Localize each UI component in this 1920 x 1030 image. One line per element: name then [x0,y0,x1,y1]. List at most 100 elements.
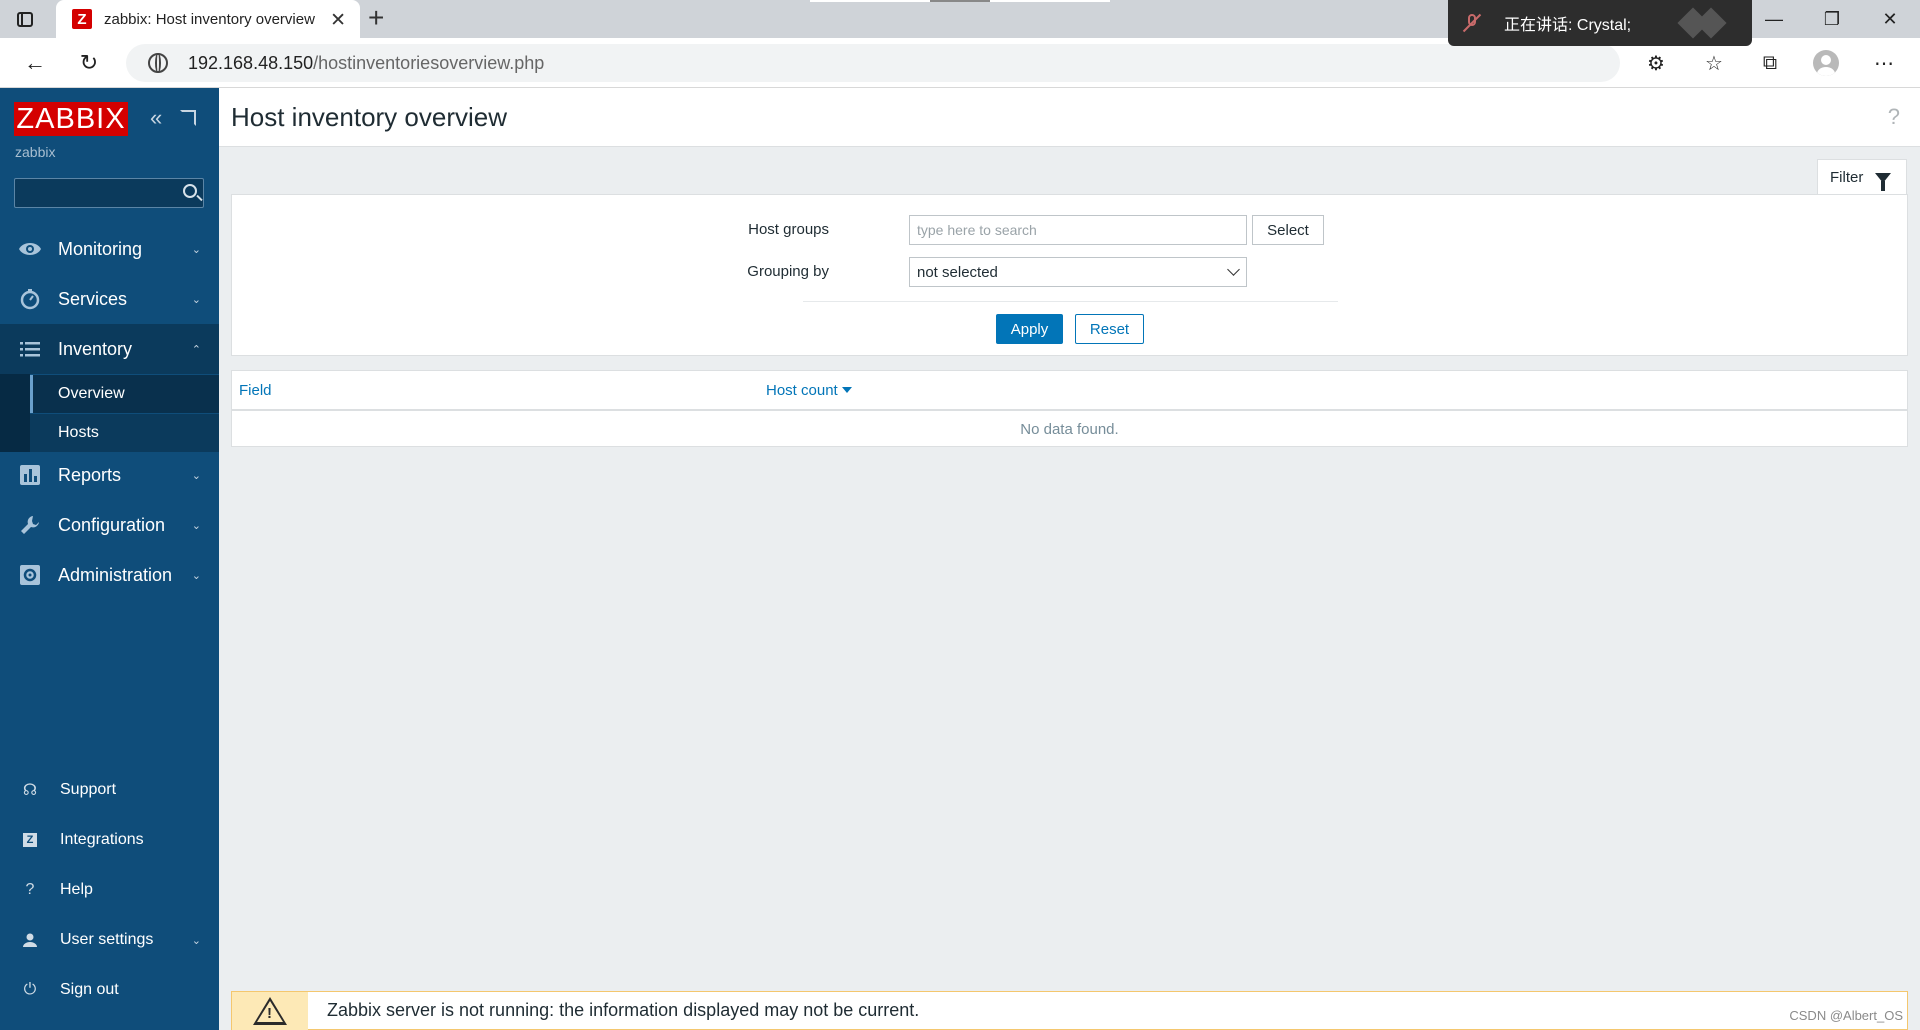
wrench-icon [18,513,42,537]
filter-tab-label: Filter [1830,169,1864,186]
speaker-avatar-icon [1677,7,1736,39]
menu-label: Configuration [58,514,166,535]
zabbix-logo[interactable]: ZABBIX [14,102,128,136]
menu-label: Monitoring [58,238,143,259]
power-icon: ⏻ [23,981,37,998]
menu-services[interactable]: Services ⌄ [0,274,219,324]
headset-icon: ☊ [22,782,38,799]
stopwatch-icon [18,287,42,311]
tab-strip-indicator-active [930,0,990,2]
close-window-button[interactable]: ✕ [1862,0,1918,38]
sort-desc-icon [841,387,852,393]
apply-button[interactable]: Apply [996,314,1063,344]
warning-icon [253,997,287,1025]
inventory-table: Field Host count No data found. [231,370,1908,447]
menu-inventory[interactable]: Inventory ⌃ [0,324,219,374]
chevron-down-icon: ⌄ [191,569,201,582]
chevron-down-icon: ⌄ [191,293,201,306]
server-name: zabbix [15,144,56,160]
chevron-up-icon: ⌃ [191,343,201,356]
help-icon[interactable]: ? [1888,104,1900,130]
grouping-by-label: Grouping by [747,263,829,280]
browser-tab[interactable]: Z zabbix: Host inventory overview ✕ [56,0,360,38]
chevron-down-icon: ⌄ [191,243,201,256]
zabbix-favicon-icon: Z [72,9,92,29]
menu-sign-out[interactable]: ⏻ Sign out [0,970,219,1010]
reload-icon[interactable]: ↻ [74,48,104,78]
url-path: /hostinventoriesoverview.php [313,52,545,73]
favorites-icon[interactable]: ☆ [1700,49,1728,77]
tab-strip-indicator [810,0,930,2]
menu-label: User settings [60,931,154,948]
grouping-by-value: not selected [917,263,998,281]
chevron-down-icon: ⌄ [191,469,201,482]
chevron-down-icon: ⌄ [191,519,201,532]
tab-close-icon[interactable]: ✕ [330,9,346,32]
menu-integrations[interactable]: Z Integrations [0,820,219,860]
host-groups-label: Host groups [748,221,829,238]
no-data-message: No data found. [1020,420,1119,438]
user-icon [20,930,40,950]
tab-strip-indicator [990,0,1110,2]
filter-divider [803,301,1338,302]
chevron-down-icon: ⌄ [191,934,201,947]
menu-administration[interactable]: Administration ⌄ [0,550,219,600]
warning-text: Zabbix server is not running: the inform… [327,1000,920,1020]
menu-configuration[interactable]: Configuration ⌄ [0,500,219,550]
profile-avatar[interactable] [1812,49,1840,77]
submenu-inventory-overview[interactable]: Overview [30,375,219,413]
column-header-label: Field [239,381,272,399]
sidebar: ZABBIX « zabbix Monitoring ⌄ Services ⌄ … [0,88,219,1030]
minimize-button[interactable]: — [1746,0,1802,38]
menu-reports[interactable]: Reports ⌄ [0,450,219,500]
eye-icon [18,237,42,261]
menu-support[interactable]: ☊ Support [0,770,219,810]
filter-panel: Host groups type here to search Select G… [231,194,1908,356]
submenu-inventory-hosts[interactable]: Hosts [30,414,219,452]
bar-chart-icon [18,463,42,487]
menu-label: Help [60,881,93,898]
collapse-sidebar-icon[interactable]: « [150,107,162,129]
list-icon [18,337,42,361]
grouping-by-select[interactable]: not selected [909,257,1247,287]
kiosk-mode-icon[interactable] [180,110,196,126]
back-arrow-icon[interactable]: ← [20,48,50,78]
column-header-field[interactable]: Field [239,371,272,409]
menu-label: Services [58,288,128,309]
column-header-host-count[interactable]: Host count [766,371,852,409]
menu-label: Inventory [58,338,133,359]
question-icon: ? [25,881,35,898]
menu-user-settings[interactable]: User settings ⌄ [0,920,219,960]
menu-label: Reports [58,464,122,485]
reset-button[interactable]: Reset [1075,314,1144,344]
chevron-down-icon [1227,263,1240,276]
search-icon[interactable] [183,184,197,198]
filter-tab[interactable]: Filter [1817,159,1907,195]
server-warning-bar: Zabbix server is not running: the inform… [231,991,1908,1030]
page-header: Host inventory overview ? [219,88,1920,147]
column-header-label: Host count [766,381,838,399]
page-title: Host inventory overview [231,102,507,132]
filter-icon [1875,172,1892,191]
speaking-label: 正在讲话: Crystal; [1504,17,1632,34]
more-menu-icon[interactable]: ⋯ [1870,49,1898,77]
menu-label: Sign out [60,981,119,998]
tab-actions-button[interactable] [14,8,36,30]
watermark: CSDN @Albert_OS [1789,1008,1903,1023]
voice-call-banner[interactable]: 正在讲话: Crystal; [1448,0,1752,46]
menu-label: Support [60,781,117,798]
select-button[interactable]: Select [1252,215,1324,245]
url-text: 192.168.48.150/hostinventoriesoverview.p… [188,53,544,74]
host-groups-input[interactable]: type here to search [909,215,1247,245]
new-tab-button[interactable]: + [368,4,384,32]
url-host: 192.168.48.150 [188,52,314,73]
zabbix-z-icon: Z [20,830,40,850]
extensions-icon[interactable]: ⚙ [1642,49,1670,77]
restore-button[interactable]: ❐ [1804,0,1860,38]
url-field[interactable]: 192.168.48.150/hostinventoriesoverview.p… [126,44,1620,82]
tab-actions-icon [17,11,33,27]
collections-icon[interactable]: ⧉ [1756,49,1784,77]
menu-monitoring[interactable]: Monitoring ⌄ [0,224,219,274]
menu-help[interactable]: ? Help [0,870,219,910]
sidebar-search-input[interactable] [14,178,204,208]
